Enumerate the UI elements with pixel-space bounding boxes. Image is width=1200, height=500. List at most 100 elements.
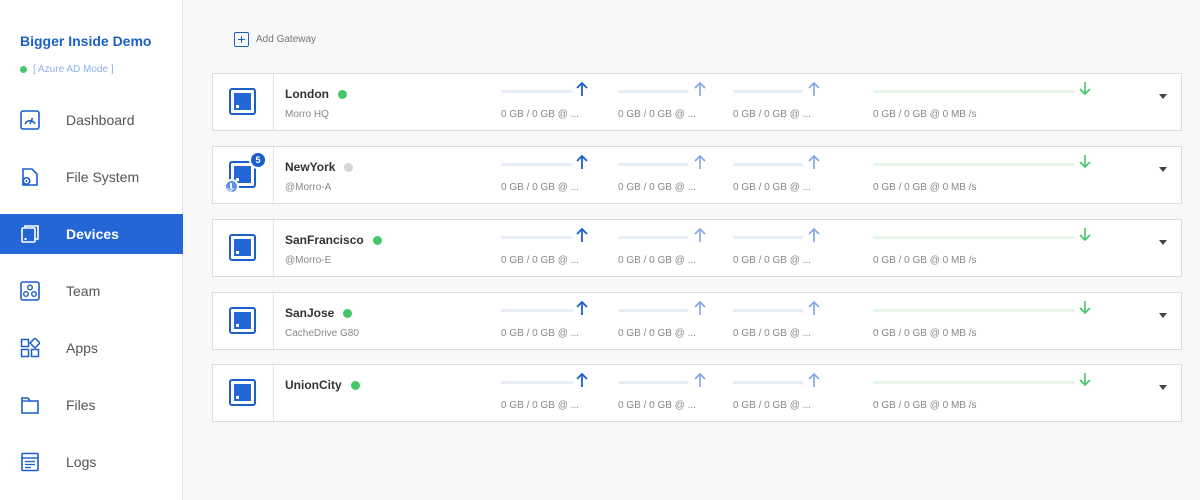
upload-metric-3: 0 GB / 0 GB @ ... — [733, 74, 849, 130]
device-row-london[interactable]: London Morro HQ 0 GB / 0 GB @ ... 0 GB /… — [212, 73, 1182, 131]
sidebar-item-file-system[interactable]: File System — [0, 157, 183, 197]
metric-text: 0 GB / 0 GB @ 0 MB /s — [873, 109, 977, 120]
upload-metric-2: 0 GB / 0 GB @ ... — [618, 147, 733, 203]
upload-metric-1: 0 GB / 0 GB @ ... — [501, 365, 617, 421]
device-name-wrap: SanFrancisco — [285, 233, 382, 247]
sidebar-item-team[interactable]: Team — [0, 271, 183, 311]
device-icon — [229, 234, 256, 261]
upload-metric-2: 0 GB / 0 GB @ ... — [618, 365, 733, 421]
progress-bar — [501, 163, 573, 166]
progress-bar — [733, 236, 803, 239]
arrow-down-icon — [1078, 227, 1092, 243]
device-name: SanJose — [285, 306, 335, 320]
sidebar-item-logs[interactable]: Logs — [0, 442, 183, 482]
metric-text: 0 GB / 0 GB @ 0 MB /s — [873, 400, 977, 411]
status-dot — [337, 89, 347, 99]
arrow-up-icon — [693, 227, 707, 243]
progress-bar — [501, 309, 573, 312]
arrow-up-icon — [693, 154, 707, 170]
progress-bar — [733, 381, 803, 384]
expand-chevron-icon[interactable] — [1159, 313, 1167, 318]
auth-mode-label: [ Azure AD Mode ] — [33, 64, 114, 75]
upload-metric-3: 0 GB / 0 GB @ ... — [733, 293, 849, 349]
mode-status-dot — [20, 66, 27, 73]
download-metric: 0 GB / 0 GB @ 0 MB /s — [873, 220, 1103, 276]
arrow-up-icon — [575, 81, 589, 97]
upload-metric-2: 0 GB / 0 GB @ ... — [618, 293, 733, 349]
arrow-down-icon — [1078, 81, 1092, 97]
progress-bar — [618, 309, 688, 312]
expand-chevron-icon[interactable] — [1159, 385, 1167, 390]
device-row-unioncity[interactable]: UnionCity 0 GB / 0 GB @ ... 0 GB / 0 GB … — [212, 364, 1182, 422]
upload-metric-1: 0 GB / 0 GB @ ... — [501, 147, 617, 203]
arrow-up-icon — [807, 81, 821, 97]
arrow-down-icon — [1078, 372, 1092, 388]
folder-icon — [20, 395, 40, 415]
auth-mode-indicator: [ Azure AD Mode ] — [20, 64, 114, 75]
upload-metric-1: 0 GB / 0 GB @ ... — [501, 220, 617, 276]
file-system-icon — [20, 167, 40, 187]
arrow-up-icon — [575, 300, 589, 316]
progress-bar — [873, 309, 1075, 312]
sidebar-item-files[interactable]: Files — [0, 385, 183, 425]
progress-bar — [501, 236, 573, 239]
device-thumbnail — [213, 74, 274, 130]
progress-bar — [873, 236, 1075, 239]
add-gateway-button[interactable]: Add Gateway — [234, 32, 316, 47]
arrow-up-icon — [693, 81, 707, 97]
device-name-wrap: NewYork — [285, 160, 354, 174]
device-name-wrap: SanJose — [285, 306, 353, 320]
device-icon — [229, 88, 256, 115]
gauge-icon — [20, 110, 40, 130]
arrow-up-icon — [807, 154, 821, 170]
progress-bar — [733, 309, 803, 312]
device-subtitle: @Morro-E — [285, 255, 332, 266]
sidebar: Bigger Inside Demo [ Azure AD Mode ] Das… — [0, 0, 183, 500]
device-thumbnail: 5 — [213, 147, 274, 203]
progress-bar — [733, 90, 803, 93]
download-metric: 0 GB / 0 GB @ 0 MB /s — [873, 365, 1103, 421]
metric-text: 0 GB / 0 GB @ ... — [618, 328, 696, 339]
device-subtitle: CacheDrive G80 — [285, 328, 359, 339]
device-name: London — [285, 87, 329, 101]
notification-badge: 5 — [249, 151, 267, 169]
arrow-up-icon — [575, 227, 589, 243]
device-name-wrap: London — [285, 87, 347, 101]
sidebar-item-label: Logs — [66, 454, 97, 470]
upload-metric-3: 0 GB / 0 GB @ ... — [733, 220, 849, 276]
arrow-down-icon — [1078, 300, 1092, 316]
sidebar-item-label: Files — [66, 397, 96, 413]
sidebar-item-label: Dashboard — [66, 112, 135, 128]
metric-text: 0 GB / 0 GB @ 0 MB /s — [873, 255, 977, 266]
metric-text: 0 GB / 0 GB @ ... — [618, 109, 696, 120]
progress-bar — [618, 90, 688, 93]
metric-text: 0 GB / 0 GB @ ... — [501, 328, 579, 339]
status-dot — [344, 162, 354, 172]
device-name: SanFrancisco — [285, 233, 364, 247]
metric-text: 0 GB / 0 GB @ ... — [618, 400, 696, 411]
metric-text: 0 GB / 0 GB @ ... — [618, 255, 696, 266]
progress-bar — [618, 236, 688, 239]
progress-bar — [618, 381, 688, 384]
download-status-icon — [224, 179, 239, 194]
status-dot — [350, 380, 360, 390]
upload-metric-3: 0 GB / 0 GB @ ... — [733, 365, 849, 421]
sidebar-item-label: Apps — [66, 340, 98, 356]
arrow-up-icon — [575, 154, 589, 170]
logs-icon — [20, 452, 40, 472]
metric-text: 0 GB / 0 GB @ ... — [501, 255, 579, 266]
status-dot — [343, 308, 353, 318]
upload-metric-1: 0 GB / 0 GB @ ... — [501, 293, 617, 349]
device-row-newyork[interactable]: 5 NewYork @Morro-A 0 GB / 0 GB @ ... 0 G… — [212, 146, 1182, 204]
device-row-sanfrancisco[interactable]: SanFrancisco @Morro-E 0 GB / 0 GB @ ... … — [212, 219, 1182, 277]
expand-chevron-icon[interactable] — [1159, 167, 1167, 172]
progress-bar — [501, 381, 573, 384]
sidebar-item-apps[interactable]: Apps — [0, 328, 183, 368]
upload-metric-2: 0 GB / 0 GB @ ... — [618, 74, 733, 130]
device-row-sanjose[interactable]: SanJose CacheDrive G80 0 GB / 0 GB @ ...… — [212, 292, 1182, 350]
device-thumbnail — [213, 220, 274, 276]
sidebar-item-devices[interactable]: Devices — [0, 214, 183, 254]
expand-chevron-icon[interactable] — [1159, 240, 1167, 245]
sidebar-item-dashboard[interactable]: Dashboard — [0, 100, 183, 140]
expand-chevron-icon[interactable] — [1159, 94, 1167, 99]
